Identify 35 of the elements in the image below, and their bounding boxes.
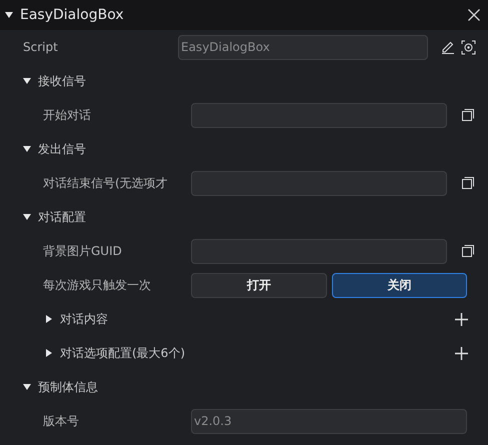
copy-icon[interactable] bbox=[462, 177, 474, 189]
script-field[interactable]: EasyDialogBox bbox=[178, 34, 428, 60]
collapse-icon[interactable] bbox=[22, 382, 32, 392]
pencil-icon[interactable] bbox=[440, 40, 454, 54]
group-title[interactable]: 对话内容 bbox=[60, 310, 108, 328]
section-title[interactable]: 发出信号 bbox=[38, 140, 86, 158]
section-title[interactable]: 预制体信息 bbox=[38, 378, 98, 396]
collapse-icon[interactable] bbox=[22, 76, 32, 86]
expand-icon[interactable] bbox=[44, 348, 54, 358]
field-label: 开始对话 bbox=[42, 106, 92, 124]
add-icon[interactable] bbox=[455, 346, 468, 360]
collapse-icon[interactable] bbox=[22, 144, 32, 154]
field-label: 版本号 bbox=[42, 412, 80, 430]
field-label: 每次游戏只触发一次 bbox=[42, 276, 152, 294]
close-icon[interactable] bbox=[468, 9, 480, 21]
section-title[interactable]: 对话配置 bbox=[38, 208, 86, 226]
field-label: 对话结束信号(无选项才 bbox=[42, 174, 169, 192]
panel-title: EasyDialogBox bbox=[20, 7, 125, 23]
add-icon[interactable] bbox=[455, 312, 468, 326]
collapse-icon[interactable] bbox=[4, 10, 14, 20]
locate-icon[interactable] bbox=[460, 40, 476, 54]
copy-icon[interactable] bbox=[462, 109, 474, 121]
field-label: 背景图片GUID bbox=[42, 242, 123, 260]
collapse-icon[interactable] bbox=[22, 212, 32, 222]
input-field[interactable] bbox=[191, 238, 447, 264]
expand-icon[interactable] bbox=[44, 314, 54, 324]
field-label: Script bbox=[22, 40, 59, 54]
group-title[interactable]: 对话选项配置(最大6个) bbox=[60, 344, 185, 362]
input-field: v2.0.3 bbox=[191, 408, 467, 434]
copy-icon[interactable] bbox=[462, 245, 474, 257]
toggle-option[interactable]: 关闭 bbox=[332, 272, 467, 298]
input-field[interactable] bbox=[191, 170, 447, 196]
input-field[interactable] bbox=[191, 102, 447, 128]
section-title[interactable]: 接收信号 bbox=[38, 72, 86, 90]
toggle-option[interactable]: 打开 bbox=[191, 272, 326, 298]
